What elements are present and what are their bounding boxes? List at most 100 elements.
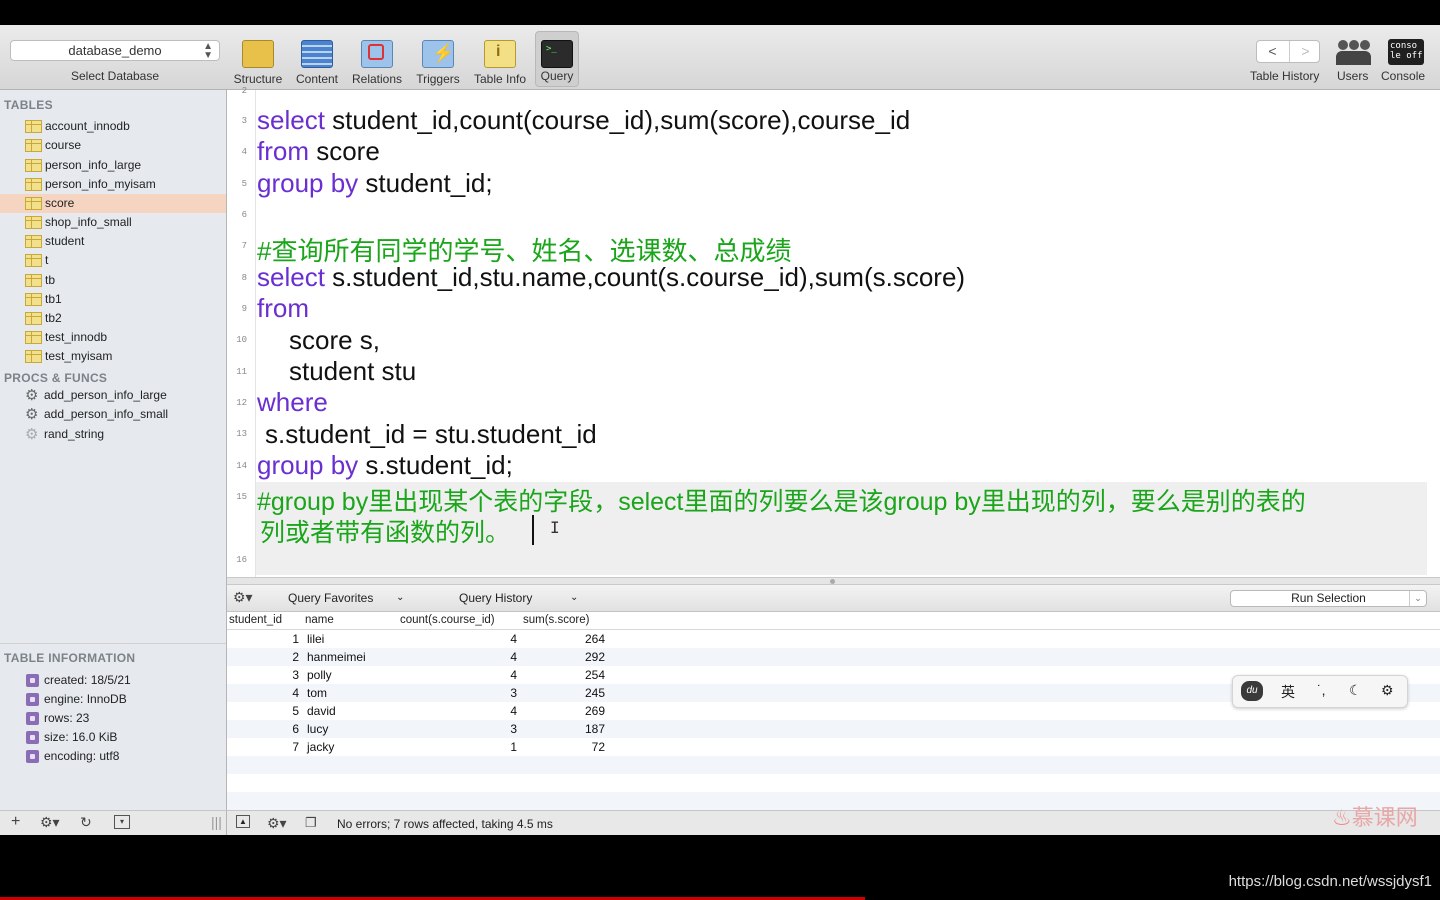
structure-button[interactable]: Structure <box>230 34 286 86</box>
query-history-menu[interactable]: Query History <box>459 591 532 605</box>
info-item: created: 18/5/21 <box>0 671 226 690</box>
query-gear-icon[interactable]: ⚙▾ <box>233 589 253 606</box>
tables-header: TABLES <box>4 98 53 112</box>
console-button[interactable]: conso le off <box>1388 39 1424 65</box>
moon-icon[interactable]: ☾ <box>1349 682 1362 699</box>
query-favorites-menu[interactable]: Query Favorites <box>288 591 373 605</box>
chevron-down-icon[interactable]: ⌄ <box>396 592 404 603</box>
database-select-value: database_demo <box>68 43 162 58</box>
line-number: 2 <box>241 86 247 96</box>
query-button[interactable]: >_ Query <box>535 31 579 87</box>
proc-item[interactable]: ⚙ add_person_info_large <box>0 386 226 405</box>
line-number: 7 <box>241 241 247 251</box>
table-item[interactable]: tb <box>0 271 226 290</box>
chevron-down-icon[interactable]: ⌄ <box>570 592 578 603</box>
column-header[interactable]: student_id <box>229 614 282 626</box>
column-header[interactable]: name <box>305 614 334 626</box>
table-row[interactable]: 1 lilei 4 264 <box>227 630 1440 648</box>
language-toggle[interactable]: 英 <box>1281 682 1295 702</box>
users-icon <box>1336 39 1371 65</box>
table-row[interactable]: 6 lucy 3 187 <box>227 720 1440 738</box>
add-icon[interactable]: + <box>11 813 20 831</box>
info-item: encoding: utf8 <box>0 747 226 766</box>
settings-gear-icon[interactable]: ⚙ <box>1381 682 1394 699</box>
table-history-nav: < > <box>1256 40 1320 63</box>
relations-icon <box>361 40 393 68</box>
table-item[interactable]: test_innodb <box>0 328 226 347</box>
info-icon <box>26 731 39 744</box>
table-icon <box>25 274 42 287</box>
table-item[interactable]: test_myisam <box>0 347 226 366</box>
video-bottom-bar <box>0 835 1440 900</box>
image-view-icon[interactable]: ▲ <box>236 815 250 828</box>
filter-icon[interactable]: ▾ <box>114 815 130 829</box>
table-info-button[interactable]: i Table Info <box>472 34 528 86</box>
baidu-ime-icon[interactable]: du <box>1241 681 1263 701</box>
table-icon <box>25 293 42 306</box>
table-item[interactable]: person_info_large <box>0 156 226 175</box>
refresh-icon[interactable]: ↻ <box>80 814 92 831</box>
query-icon: >_ <box>541 40 573 68</box>
table-item[interactable]: t <box>0 251 226 270</box>
database-select[interactable]: database_demo ▲ ▼ <box>10 40 220 61</box>
editor-splitter[interactable] <box>227 577 1440 585</box>
proc-item[interactable]: ⚙ add_person_info_small <box>0 405 226 424</box>
relations-button[interactable]: Relations <box>349 34 405 86</box>
triggers-icon: ⚡ <box>422 40 454 68</box>
line-number: 6 <box>241 210 247 220</box>
punctuation-icon[interactable]: ˙, <box>1317 682 1326 698</box>
table-history-label: Table History <box>1250 69 1320 83</box>
column-header[interactable]: sum(s.score) <box>523 614 589 626</box>
users-button[interactable] <box>1335 37 1373 67</box>
gear-icon: ⚙ <box>25 387 39 404</box>
code-line: select student_id,count(course_id),sum(s… <box>257 105 911 135</box>
info-icon <box>26 674 39 687</box>
table-item[interactable]: student <box>0 232 226 251</box>
column-header[interactable]: count(s.course_id) <box>400 614 495 626</box>
table-row[interactable]: 2 hanmeimei 4 292 <box>227 648 1440 666</box>
table-item[interactable]: course <box>0 136 226 155</box>
line-number: 15 <box>236 492 247 502</box>
table-icon <box>25 120 42 133</box>
query-editor[interactable]: 2 3 4 5 6 7 8 9 10 11 12 13 14 15 16 sel… <box>227 86 1440 577</box>
table-icon <box>25 139 42 152</box>
structure-icon <box>242 40 274 68</box>
run-selection-button[interactable]: Run Selection ⌄ <box>1230 590 1427 607</box>
table-item[interactable]: tb2 <box>0 309 226 328</box>
content-button[interactable]: Content <box>289 34 345 86</box>
gear-menu-icon[interactable]: ⚙▾ <box>267 815 287 832</box>
resize-handle-icon[interactable]: ||| <box>211 814 222 830</box>
triggers-button[interactable]: ⚡ Triggers <box>410 34 466 86</box>
table-icon <box>25 216 42 229</box>
source-url: https://blog.csdn.net/wssjdysf1 <box>1228 873 1432 890</box>
line-number: 12 <box>236 398 247 408</box>
chevron-updown-icon: ▲ ▼ <box>203 41 213 61</box>
table-item-selected[interactable]: score <box>0 194 226 213</box>
info-item: size: 16.0 KiB <box>0 728 226 747</box>
table-row[interactable]: 7 jacky 1 72 <box>227 738 1440 756</box>
table-item[interactable]: person_info_myisam <box>0 175 226 194</box>
code-line: score s, <box>289 325 381 355</box>
forward-arrow-icon[interactable]: > <box>1289 41 1321 62</box>
copy-icon[interactable]: ❐ <box>305 815 317 831</box>
table-icon <box>25 331 42 344</box>
chevron-down-icon[interactable]: ⌄ <box>1409 591 1426 606</box>
table-item[interactable]: account_innodb <box>0 117 226 136</box>
line-number: 13 <box>236 429 247 439</box>
table-icon <box>25 235 42 248</box>
table-item[interactable]: shop_info_small <box>0 213 226 232</box>
empty-row <box>227 756 1440 774</box>
back-arrow-icon[interactable]: < <box>1257 41 1288 62</box>
gear-menu-icon[interactable]: ⚙▾ <box>40 814 60 831</box>
content-icon <box>301 40 333 68</box>
line-number: 9 <box>241 304 247 314</box>
table-item[interactable]: tb1 <box>0 290 226 309</box>
line-number: 4 <box>241 147 247 157</box>
table-icon <box>25 178 42 191</box>
sidebar-footer: + ⚙▾ ↻ ▾ ||| <box>0 810 227 835</box>
imooc-watermark: ♨慕课网 <box>1332 806 1418 831</box>
info-item: rows: 23 <box>0 709 226 728</box>
drag-handle-icon <box>830 579 835 584</box>
query-bar: ⚙▾ Query Favorites ⌄ Query History ⌄ Run… <box>227 585 1440 612</box>
proc-item[interactable]: ⚙ rand_string <box>0 425 226 444</box>
